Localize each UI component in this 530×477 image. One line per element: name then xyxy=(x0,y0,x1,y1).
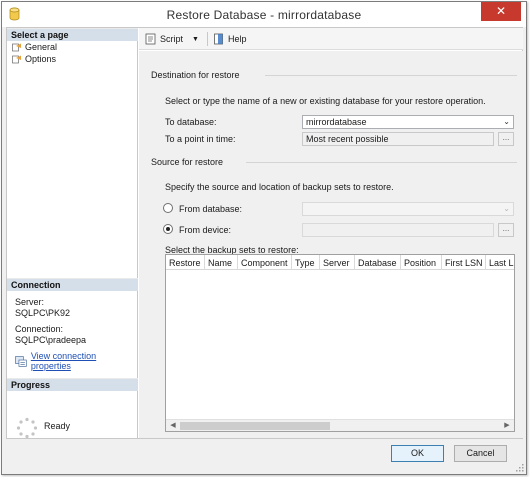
chevron-down-icon[interactable]: ⌄ xyxy=(503,204,510,213)
column-header-last-lsn[interactable]: Last LSN xyxy=(486,255,514,270)
chevron-down-icon[interactable]: ▼ xyxy=(192,36,199,43)
view-connection-properties-link[interactable]: View connection properties xyxy=(15,351,137,371)
page-item-options-label: Options xyxy=(25,54,57,64)
from-database-label: From database: xyxy=(179,204,243,214)
from-device-radio[interactable] xyxy=(163,224,173,234)
script-label: Script xyxy=(160,34,184,44)
destination-description: Select or type the name of a new or exis… xyxy=(165,96,486,106)
source-group-line xyxy=(246,162,517,163)
page-item-general-label: General xyxy=(25,42,58,52)
column-header-component[interactable]: Component xyxy=(238,255,292,270)
source-description: Specify the source and location of backu… xyxy=(165,182,394,192)
from-device-label: From device: xyxy=(179,225,232,235)
backup-sets-grid[interactable]: Restore Name Component Type Server Datab… xyxy=(165,254,515,432)
select-page-header: Select a page xyxy=(7,28,138,41)
window-title: Restore Database - mirrordatabase xyxy=(166,8,362,22)
column-header-server[interactable]: Server xyxy=(320,255,355,270)
source-group-label: Source for restore xyxy=(151,157,224,167)
from-database-radio[interactable] xyxy=(163,203,173,213)
column-header-name[interactable]: Name xyxy=(205,255,238,270)
script-button[interactable]: Script ▼ xyxy=(145,32,199,46)
backup-sets-grid-header: Restore Name Component Type Server Datab… xyxy=(166,255,514,270)
from-device-field[interactable] xyxy=(302,223,494,237)
column-header-database[interactable]: Database xyxy=(355,255,401,270)
destination-group-line xyxy=(265,75,517,76)
page-item-general[interactable]: General xyxy=(12,41,57,53)
resize-grip-icon[interactable] xyxy=(515,463,524,472)
point-in-time-field[interactable]: Most recent possible xyxy=(302,132,494,146)
connection-label: Connection: xyxy=(15,324,64,334)
script-icon xyxy=(145,33,156,45)
scroll-right-icon[interactable]: ▶ xyxy=(501,421,513,431)
server-label: Server: xyxy=(15,297,45,307)
point-in-time-label: To a point in time: xyxy=(165,134,236,144)
connection-value: SQLPC\pradeepa xyxy=(15,335,87,345)
help-button[interactable]: Help xyxy=(213,32,247,46)
title-bar[interactable]: Restore Database - mirrordatabase ✕ xyxy=(2,2,526,27)
toolbar: Script ▼ Help xyxy=(139,28,523,50)
restore-database-window: Restore Database - mirrordatabase ✕ Sele… xyxy=(1,1,527,475)
column-header-position[interactable]: Position xyxy=(401,255,442,270)
left-pane: Select a page General Options Connection… xyxy=(7,28,138,439)
point-in-time-browse-button[interactable]: ... xyxy=(498,132,514,146)
cancel-button[interactable]: Cancel xyxy=(454,445,507,462)
point-in-time-value: Most recent possible xyxy=(306,134,389,144)
dialog-content: Select a page General Options Connection… xyxy=(6,27,523,439)
to-database-value: mirrordatabase xyxy=(306,117,367,127)
close-button[interactable]: ✕ xyxy=(481,2,521,21)
page-settings-icon xyxy=(12,43,22,52)
server-value: SQLPC\PK92 xyxy=(15,308,71,318)
column-header-type[interactable]: Type xyxy=(292,255,320,270)
to-database-label: To database: xyxy=(165,117,217,127)
from-device-browse-button[interactable]: ... xyxy=(498,223,514,237)
scrollbar-thumb[interactable] xyxy=(180,422,330,430)
page-settings-icon xyxy=(12,55,22,64)
to-database-combobox[interactable]: mirrordatabase ⌄ xyxy=(302,115,514,129)
properties-icon xyxy=(15,355,27,367)
column-header-first-lsn[interactable]: First LSN xyxy=(442,255,486,270)
progress-status: Ready xyxy=(44,421,71,431)
toolbar-separator xyxy=(207,32,208,46)
ok-button[interactable]: OK xyxy=(391,445,444,462)
help-icon xyxy=(214,33,223,45)
destination-group-label: Destination for restore xyxy=(151,70,240,80)
scroll-left-icon[interactable]: ◀ xyxy=(167,421,179,431)
close-icon: ✕ xyxy=(495,4,507,18)
progress-spinner-icon xyxy=(16,417,38,439)
page-item-options[interactable]: Options xyxy=(12,53,56,65)
from-database-combobox[interactable]: ⌄ xyxy=(302,202,514,216)
view-connection-properties-label: View connection properties xyxy=(30,351,97,371)
column-header-restore[interactable]: Restore xyxy=(166,255,205,270)
help-label: Help xyxy=(228,34,247,44)
horizontal-scrollbar[interactable]: ◀ ▶ xyxy=(166,419,514,431)
chevron-down-icon[interactable]: ⌄ xyxy=(503,117,510,126)
connection-header: Connection xyxy=(7,278,138,291)
progress-header: Progress xyxy=(7,378,138,391)
